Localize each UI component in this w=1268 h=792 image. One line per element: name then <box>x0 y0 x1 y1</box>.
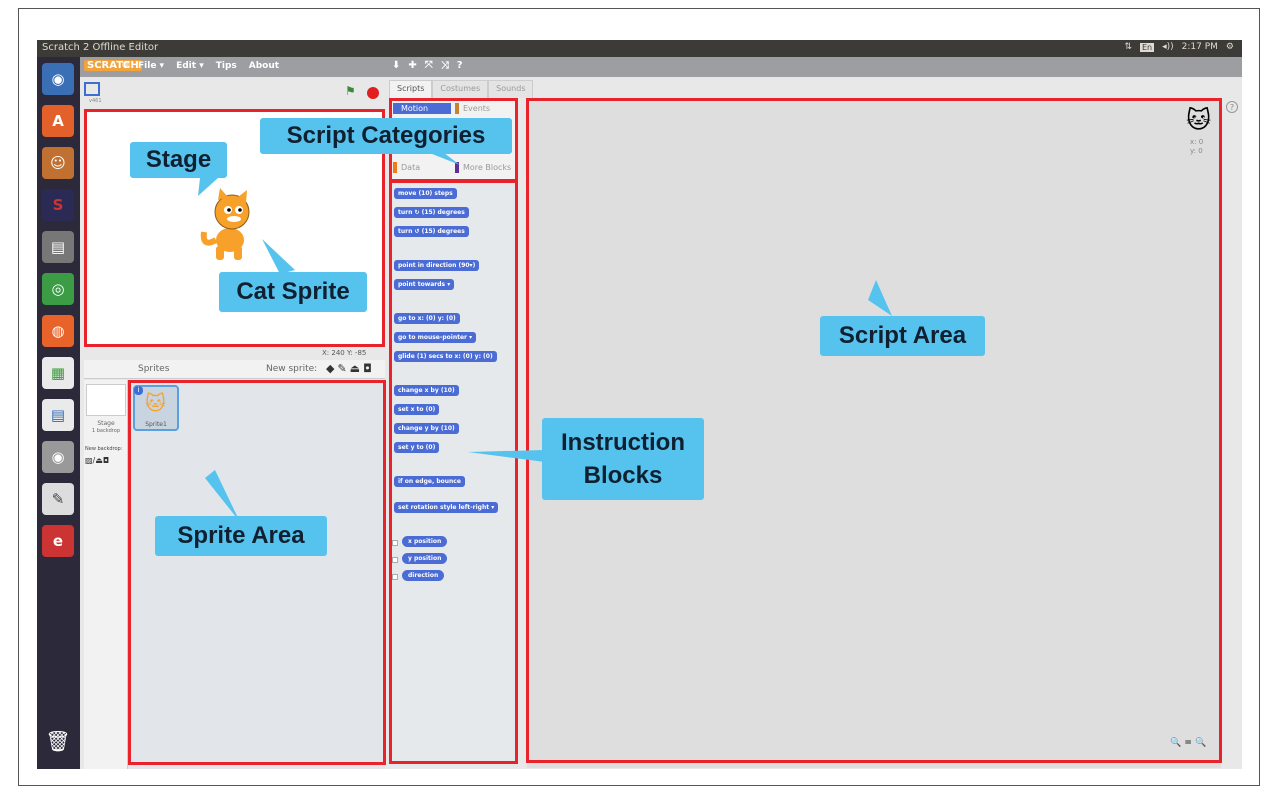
callout-script-area: Script Area <box>820 316 985 356</box>
script-tail <box>868 280 892 316</box>
callout-stage: Stage <box>130 142 227 178</box>
cat-tail <box>262 239 295 274</box>
callout-sprite-area: Sprite Area <box>155 516 327 556</box>
callout-cat-sprite: Cat Sprite <box>219 272 367 312</box>
stage-tail <box>198 178 218 196</box>
callout-tails <box>198 150 892 522</box>
sprite-tail <box>205 470 240 522</box>
callout-instruction-blocks: Instruction Blocks <box>542 418 704 500</box>
callout-script-categories: Script Categories <box>260 118 512 154</box>
blocks-tail <box>468 450 545 462</box>
